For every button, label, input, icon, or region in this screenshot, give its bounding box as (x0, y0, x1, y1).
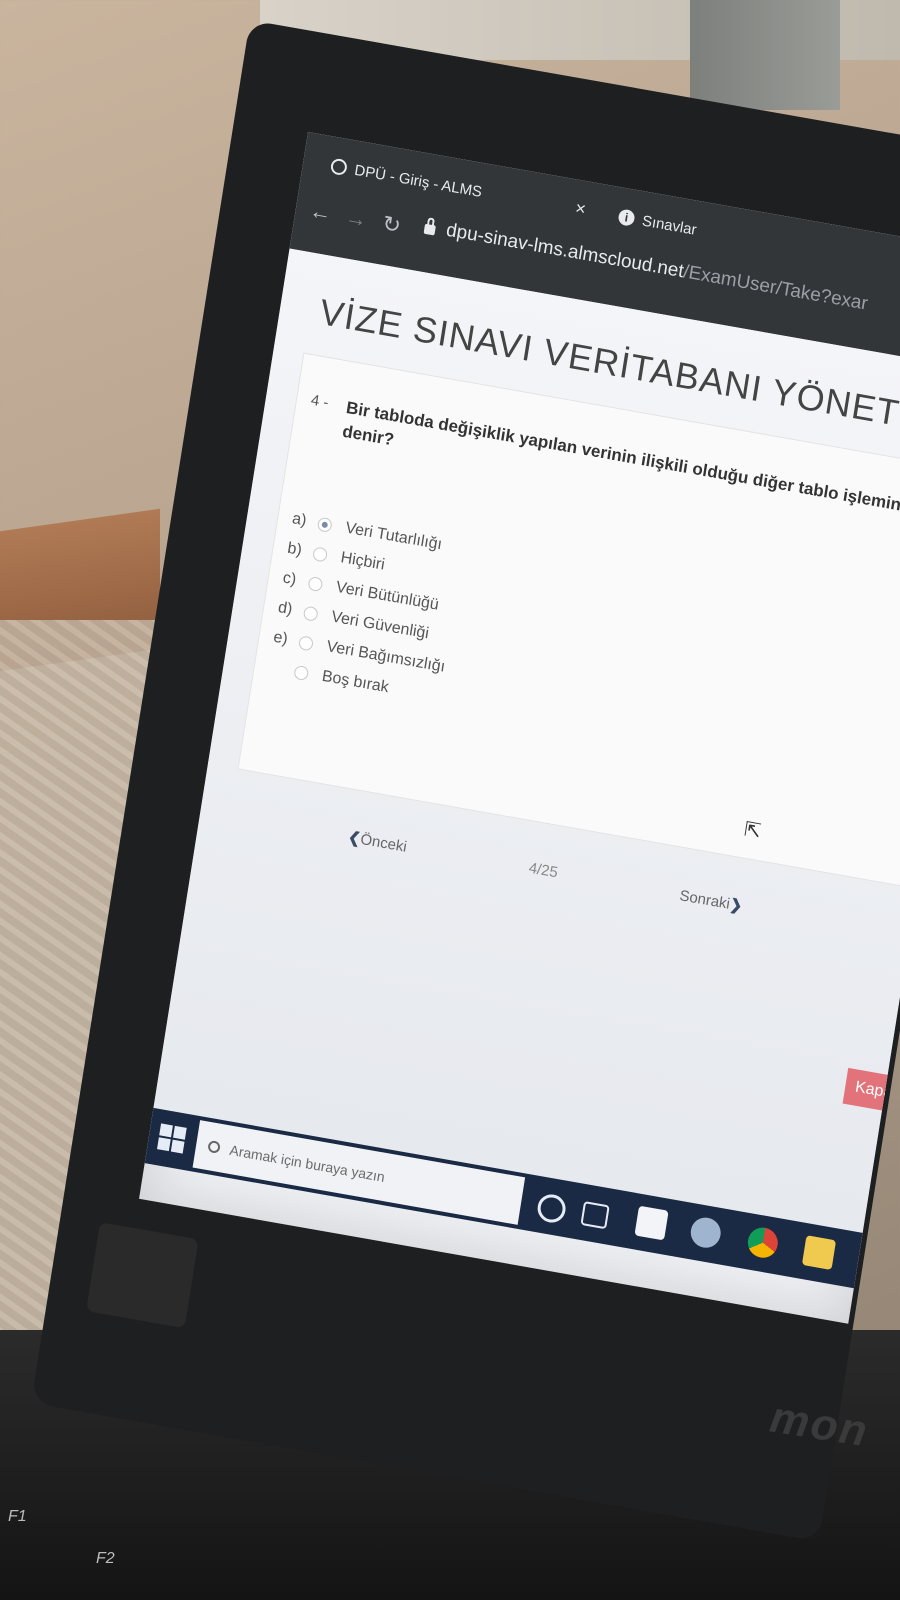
back-button[interactable]: ← (308, 198, 334, 228)
option-letter: d) (276, 599, 294, 619)
exam-page: VİZE SINAVI VERİTABANI YÖNETİM SİSTE 4 -… (153, 248, 900, 1233)
tab-close-button[interactable]: × (574, 198, 587, 221)
previous-button[interactable]: ❮Önceki (347, 828, 408, 856)
f1-key[interactable]: F1 (8, 1508, 27, 1526)
url-path: /ExamUser/Take?exar (681, 261, 870, 315)
answer-options: a) Veri Tutarlılığı b) Hiçbiri c) Veri B… (266, 504, 466, 712)
previous-label: Önceki (359, 830, 408, 856)
chrome-icon[interactable] (745, 1225, 780, 1261)
option-label: Boş bırak (320, 667, 390, 697)
info-icon: i (617, 208, 636, 227)
radio[interactable] (312, 546, 329, 563)
radio-selected[interactable] (316, 516, 333, 533)
option-letter: b) (286, 539, 303, 560)
search-icon (207, 1139, 221, 1154)
option-letter: e) (272, 628, 289, 648)
next-label: Sonraki (678, 887, 732, 913)
radio[interactable] (297, 635, 314, 652)
laptop-hinge (86, 1222, 199, 1329)
question-card: 4 - Bir tabloda değişiklik yapılan verin… (237, 352, 900, 895)
background-pillar (690, 0, 840, 110)
next-button[interactable]: Sonraki❯ (678, 886, 743, 915)
radio[interactable] (302, 605, 319, 622)
option-label: Hiçbiri (339, 549, 386, 574)
radio[interactable] (307, 575, 324, 593)
question-number: 4 - (309, 391, 330, 412)
question-progress: 4/25 (527, 859, 559, 882)
tab-title: DPÜ - Giriş - ALMS (353, 161, 484, 201)
file-explorer-icon[interactable] (801, 1235, 837, 1271)
option-letter: c) (281, 569, 298, 589)
store-icon[interactable] (634, 1205, 669, 1241)
tab-title: Sınavlar (640, 211, 698, 239)
chevron-right-icon: ❯ (728, 895, 744, 915)
windows-start-icon[interactable] (157, 1123, 187, 1154)
cortana-icon[interactable] (535, 1192, 568, 1225)
forward-button[interactable]: → (343, 204, 369, 234)
task-view-icon[interactable] (580, 1201, 610, 1230)
weather-icon[interactable] (688, 1215, 723, 1251)
f2-key[interactable]: F2 (96, 1550, 115, 1568)
reload-button[interactable]: ↻ (381, 210, 403, 239)
search-placeholder: Aramak için buraya yazın (228, 1141, 386, 1185)
option-letter: a) (291, 510, 308, 530)
tab-sinavlar[interactable]: i Sınavlar (616, 199, 699, 246)
globe-icon (329, 157, 349, 177)
lock-icon (423, 223, 436, 236)
radio[interactable] (293, 664, 310, 682)
